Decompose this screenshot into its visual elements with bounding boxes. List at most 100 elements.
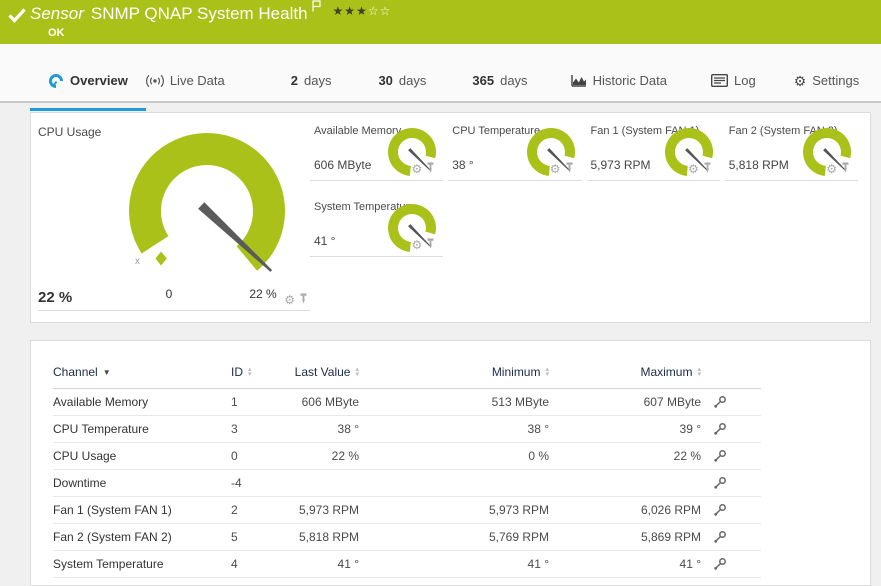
gauge-value: 5,818 RPM <box>728 158 789 172</box>
gauge-value: 5,973 RPM <box>590 158 651 172</box>
gauge-settings-gear-icon[interactable]: ⚙ <box>826 163 837 175</box>
table-header-row: Channel ▼ ID ▴ ▾ Last Value ▴ ▾ Minimum ▴ ▾ Max… <box>53 355 761 389</box>
empty-cell <box>448 191 581 257</box>
channel-id: 1 <box>231 388 291 416</box>
table-row: CPU Temperature 3 38 ° 38 ° 39 ° <box>53 415 761 443</box>
table-row: Available Memory 1 606 MByte 513 MByte 6… <box>53 388 761 416</box>
channel-settings-icon[interactable] <box>713 557 727 571</box>
gauge-value: 22 % <box>38 289 73 306</box>
small-gauges-grid: Available Memory 606 MByte ⚙ CPU Tempera… <box>310 115 858 322</box>
channel-name: CPU Temperature <box>53 415 231 443</box>
priority-flag-icon[interactable] <box>311 0 321 17</box>
status-ok-check-icon <box>8 7 26 28</box>
priority-stars[interactable]: ★★★☆☆ <box>333 4 392 18</box>
tab-number: 365 <box>472 73 495 88</box>
column-header-settings <box>701 355 761 389</box>
tab-settings[interactable]: ⚙ Settings <box>794 73 860 88</box>
minimum-value: 41 ° <box>359 550 549 578</box>
pin-icon[interactable] <box>703 160 712 178</box>
tab-365-days[interactable]: 365 days <box>472 73 527 88</box>
gauge-value: 38 ° <box>452 158 474 172</box>
tab-live-data[interactable]: Live Data <box>145 73 225 88</box>
maximum-value <box>549 469 701 497</box>
column-header-maximum[interactable]: Maximum ▴ ▾ <box>549 355 701 389</box>
tab-number: 30 <box>378 73 393 88</box>
channel-settings-icon[interactable] <box>713 476 727 490</box>
gauge-settings-gear-icon[interactable]: ⚙ <box>550 163 561 175</box>
fan2-gauge-cell: Fan 2 (System FAN 2) 5,818 RPM ⚙ <box>724 115 858 181</box>
channel-id: 4 <box>231 550 291 578</box>
channel-name: Fan 1 (System FAN 1) <box>53 496 231 524</box>
column-header-minimum[interactable]: Minimum ▴ ▾ <box>359 355 549 389</box>
table-row: Fan 2 (System FAN 2) 5 5,818 RPM 5,769 R… <box>53 523 761 551</box>
tab-overview[interactable]: Overview <box>30 73 146 111</box>
minimum-value: 5,973 RPM <box>359 496 549 524</box>
column-header-id[interactable]: ID ▴ ▾ <box>231 355 291 389</box>
maximum-value: 6,026 RPM <box>549 496 701 524</box>
gear-icon: ⚙ <box>793 72 807 89</box>
table-row: System Temperature 4 41 ° 41 ° 41 ° <box>53 550 761 578</box>
tab-label: days <box>398 73 427 88</box>
pin-icon[interactable] <box>565 160 574 178</box>
gauge-settings-gear-icon[interactable]: ⚙ <box>284 294 295 306</box>
tab-number: 2 <box>290 73 298 88</box>
channel-id: 2 <box>231 496 291 524</box>
gauge-cell-actions: ⚙ <box>688 160 712 178</box>
gauge-settings-gear-icon[interactable]: ⚙ <box>688 163 699 175</box>
maximum-value: 607 MByte <box>549 388 701 416</box>
gauge-value: 41 ° <box>314 234 336 248</box>
tab-historic-data[interactable]: Historic Data <box>570 73 667 88</box>
fan1-gauge-cell: Fan 1 (System FAN 1) 5,973 RPM ⚙ <box>586 115 720 181</box>
gauge-cell-actions: ⚙ <box>826 160 850 178</box>
pin-icon[interactable] <box>426 236 435 254</box>
channel-settings-icon[interactable] <box>713 422 727 436</box>
gauge-icon <box>48 73 64 89</box>
last-value: 38 ° <box>291 415 359 443</box>
gauge-cell-actions: ⚙ <box>411 236 435 254</box>
maximum-value: 41 ° <box>549 550 701 578</box>
tab-30-days[interactable]: 30 days <box>378 73 426 88</box>
page-title: SNMP QNAP System Health <box>90 4 308 23</box>
gauge-cell-actions: ⚙ <box>550 160 574 178</box>
minimum-value: 5,769 RPM <box>359 523 549 551</box>
pin-icon[interactable] <box>426 160 435 178</box>
empty-cell <box>587 191 720 257</box>
last-value: 5,818 RPM <box>291 523 359 551</box>
pin-icon[interactable] <box>841 160 850 178</box>
gauge-min-marker: x <box>135 256 140 267</box>
stars-empty[interactable]: ☆☆ <box>368 4 392 18</box>
status-badge: OK <box>48 27 65 39</box>
gauge-title: CPU Usage <box>38 125 102 139</box>
sort-icon: ▴ ▾ <box>697 365 701 378</box>
tab-label: Settings <box>812 73 860 88</box>
system-temperature-gauge-cell: System Temperature 41 ° ⚙ <box>310 191 444 257</box>
area-chart-icon <box>570 74 587 87</box>
gauges-panel: CPU Usage x 0 22 % 22 % ⚙ Available Memo… <box>30 112 871 323</box>
maximum-value: 22 % <box>549 442 701 470</box>
table-row: Fan 1 (System FAN 1) 2 5,973 RPM 5,973 R… <box>53 496 761 524</box>
tab-log[interactable]: Log <box>710 73 756 88</box>
channels-table-panel: Channel ▼ ID ▴ ▾ Last Value ▴ ▾ Minimum ▴ ▾ Max… <box>30 340 871 586</box>
tab-label: Live Data <box>169 73 225 88</box>
sort-desc-icon: ▼ <box>102 368 111 377</box>
cpu-usage-gauge-cell: CPU Usage x 0 22 % 22 % ⚙ <box>38 113 310 311</box>
cpu-temperature-gauge-cell: CPU Temperature 38 ° ⚙ <box>448 115 582 181</box>
column-header-last-value[interactable]: Last Value ▴ ▾ <box>291 355 359 389</box>
sensor-type-label: Sensor <box>30 4 84 23</box>
channel-settings-icon[interactable] <box>713 530 727 544</box>
channel-settings-icon[interactable] <box>713 395 727 409</box>
column-header-channel[interactable]: Channel ▼ <box>53 355 231 389</box>
tab-2-days[interactable]: 2 days <box>291 73 332 88</box>
channel-settings-icon[interactable] <box>713 449 727 463</box>
pin-icon[interactable] <box>299 291 308 309</box>
last-value: 606 MByte <box>291 388 359 416</box>
gauge-settings-gear-icon[interactable]: ⚙ <box>411 239 422 251</box>
channel-id: -4 <box>231 469 291 497</box>
tab-label: days <box>500 73 528 88</box>
sort-icon: ▴ ▾ <box>545 365 549 378</box>
gauge-settings-gear-icon[interactable]: ⚙ <box>411 163 422 175</box>
sensor-title: Sensor SNMP QNAP System Health ★★★☆☆ <box>30 0 392 24</box>
channel-name: CPU Usage <box>53 442 231 470</box>
stars-filled[interactable]: ★★★ <box>333 4 368 18</box>
channel-settings-icon[interactable] <box>713 503 727 517</box>
